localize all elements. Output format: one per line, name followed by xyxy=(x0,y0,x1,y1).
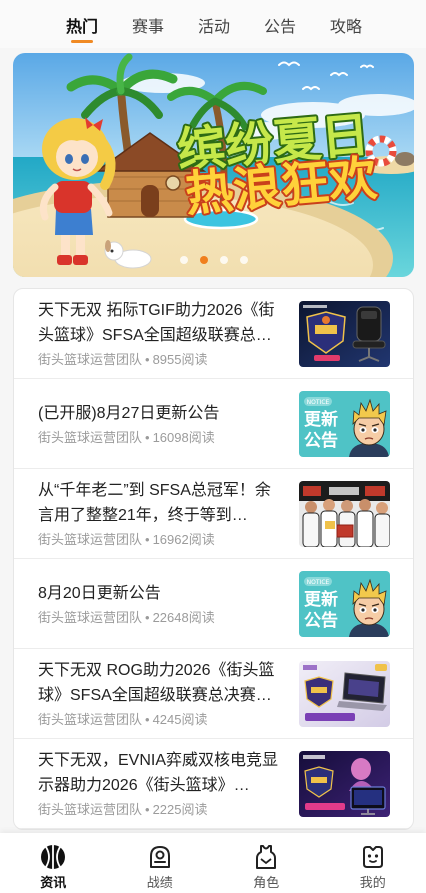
notice-badge: NOTICE xyxy=(307,579,330,586)
carousel-dot[interactable] xyxy=(219,256,228,264)
tab-hot[interactable]: 热门 xyxy=(49,14,115,43)
nav-profile[interactable]: 我的 xyxy=(320,833,426,893)
article-meta: 街头篮球运营团队 • 22648阅读 xyxy=(38,609,285,627)
nav-news-label: 资讯 xyxy=(40,875,67,890)
jersey-icon xyxy=(256,845,277,869)
meta-separator: • xyxy=(145,352,150,367)
article-item[interactable]: 天下无双 拓际TGIF助力2026《街头篮球》SFSA全国超级联赛总… 街头篮球… xyxy=(14,289,413,379)
nav-records-label: 战绩 xyxy=(146,875,173,890)
article-reads: 4245阅读 xyxy=(152,712,208,727)
article-text: 天下无双，EVNIA弈威双核电竞显示器助力2026《街头篮球》… 街头篮球运营团… xyxy=(38,748,299,819)
article-author: 街头篮球运营团队 xyxy=(38,802,143,817)
article-title: 天下无双，EVNIA弈威双核电竞显示器助力2026《街头篮球》… xyxy=(38,752,279,794)
article-title: 8月20日更新公告 xyxy=(38,584,161,602)
article-meta: 街头篮球运营团队 • 8955阅读 xyxy=(38,351,285,369)
article-title: 从“千年老二”到 SFSA总冠军！余言用了整整21年，终于等到… xyxy=(38,482,271,524)
nav-profile-label: 我的 xyxy=(359,875,386,890)
article-item[interactable]: 从“千年老二”到 SFSA总冠军！余言用了整整21年，终于等到… 街头篮球运营团… xyxy=(14,469,413,559)
article-item[interactable]: 天下无双，EVNIA弈威双核电竞显示器助力2026《街头篮球》… 街头篮球运营团… xyxy=(14,739,413,829)
banner-carousel[interactable]: 缤纷夏日 热浪狂欢 xyxy=(13,53,414,277)
article-reads: 2225阅读 xyxy=(152,802,208,817)
carousel-dot[interactable] xyxy=(239,256,248,264)
article-author: 街头篮球运营团队 xyxy=(38,712,143,727)
tab-row: 热门 赛事 活动 公告 攻略 xyxy=(49,14,379,43)
profile-face-icon xyxy=(362,846,383,868)
nav-character[interactable]: 角色 xyxy=(213,833,320,893)
article-item[interactable]: 天下无双 ROG助力2026《街头篮球》SFSA全国超级联赛总决赛… 街头篮球运… xyxy=(14,649,413,739)
meta-separator: • xyxy=(145,802,150,817)
article-text: 天下无双 拓际TGIF助力2026《街头篮球》SFSA全国超级联赛总… 街头篮球… xyxy=(38,298,299,369)
article-text: 从“千年老二”到 SFSA总冠军！余言用了整整21年，终于等到… 街头篮球运营团… xyxy=(38,478,299,549)
tab-activities[interactable]: 活动 xyxy=(181,14,247,42)
article-author: 街头篮球运营团队 xyxy=(38,609,143,625)
meta-separator: • xyxy=(145,712,150,727)
article-reads: 8955阅读 xyxy=(152,352,208,367)
article-author: 街头篮球运营团队 xyxy=(38,429,143,445)
carousel-dot[interactable] xyxy=(199,256,208,264)
champion-team-photo xyxy=(299,480,390,547)
nav-news[interactable]: 资讯 xyxy=(0,833,107,893)
tab-events[interactable]: 赛事 xyxy=(115,14,181,42)
meta-separator: • xyxy=(145,532,150,547)
notice-badge: NOTICE xyxy=(307,399,330,406)
rog-laptop-promo-image xyxy=(299,660,390,727)
article-text: (已开服)8月27日更新公告 街头篮球运营团队 • 16098阅读 xyxy=(38,401,299,447)
update-notice-image: NOTICE 更新 公告 xyxy=(299,570,390,637)
evnia-monitor-promo-image xyxy=(299,750,390,817)
article-item[interactable]: 8月20日更新公告 街头篮球运营团队 • 22648阅读 NOTICE 更新 公告 xyxy=(14,559,413,649)
meta-separator: • xyxy=(145,609,150,625)
article-meta: 街头篮球运营团队 • 16962阅读 xyxy=(38,531,285,549)
notice-text-line-2: 公告 xyxy=(304,610,338,631)
meta-separator: • xyxy=(145,429,150,445)
update-notice-image: NOTICE 更新 公告 xyxy=(299,390,390,457)
tab-guides[interactable]: 攻略 xyxy=(313,14,379,42)
tab-announcements[interactable]: 公告 xyxy=(247,14,313,42)
banner-image: 缤纷夏日 热浪狂欢 xyxy=(13,53,414,277)
article-meta: 街头篮球运营团队 • 2225阅读 xyxy=(38,801,285,819)
basketball-icon xyxy=(41,845,66,869)
carousel-indicator xyxy=(13,256,414,264)
article-text: 天下无双 ROG助力2026《街头篮球》SFSA全国超级联赛总决赛… 街头篮球运… xyxy=(38,658,299,729)
article-reads: 16962阅读 xyxy=(152,532,215,547)
bottom-nav: 资讯 战绩 角色 我的 xyxy=(0,833,426,893)
article-author: 街头篮球运营团队 xyxy=(38,532,143,547)
notice-text-line-1: 更新 xyxy=(304,589,338,610)
article-reads: 22648阅读 xyxy=(152,609,215,625)
article-reads: 16098阅读 xyxy=(152,429,215,445)
article-title: 天下无双 ROG助力2026《街头篮球》SFSA全国超级联赛总决赛… xyxy=(38,662,275,704)
article-title: (已开服)8月27日更新公告 xyxy=(38,404,220,422)
notice-text-line-2: 公告 xyxy=(304,430,338,451)
notice-text-line-1: 更新 xyxy=(304,409,338,430)
nav-records[interactable]: 战绩 xyxy=(107,833,214,893)
article-author: 街头篮球运营团队 xyxy=(38,352,143,367)
nav-character-label: 角色 xyxy=(253,875,280,890)
article-item[interactable]: (已开服)8月27日更新公告 街头篮球运营团队 • 16098阅读 NOTICE 更… xyxy=(14,379,413,469)
record-icon xyxy=(149,846,170,868)
article-title: 天下无双 拓际TGIF助力2026《街头篮球》SFSA全国超级联赛总… xyxy=(38,302,275,344)
gaming-chair-promo-image xyxy=(299,300,390,367)
article-text: 8月20日更新公告 街头篮球运营团队 • 22648阅读 xyxy=(38,581,299,627)
article-list: 天下无双 拓际TGIF助力2026《街头篮球》SFSA全国超级联赛总… 街头篮球… xyxy=(13,288,414,830)
article-meta: 街头篮球运营团队 • 16098阅读 xyxy=(38,429,285,447)
top-tab-bar: 热门 赛事 活动 公告 攻略 xyxy=(0,0,426,48)
carousel-dot[interactable] xyxy=(179,256,188,264)
article-meta: 街头篮球运营团队 • 4245阅读 xyxy=(38,711,285,729)
